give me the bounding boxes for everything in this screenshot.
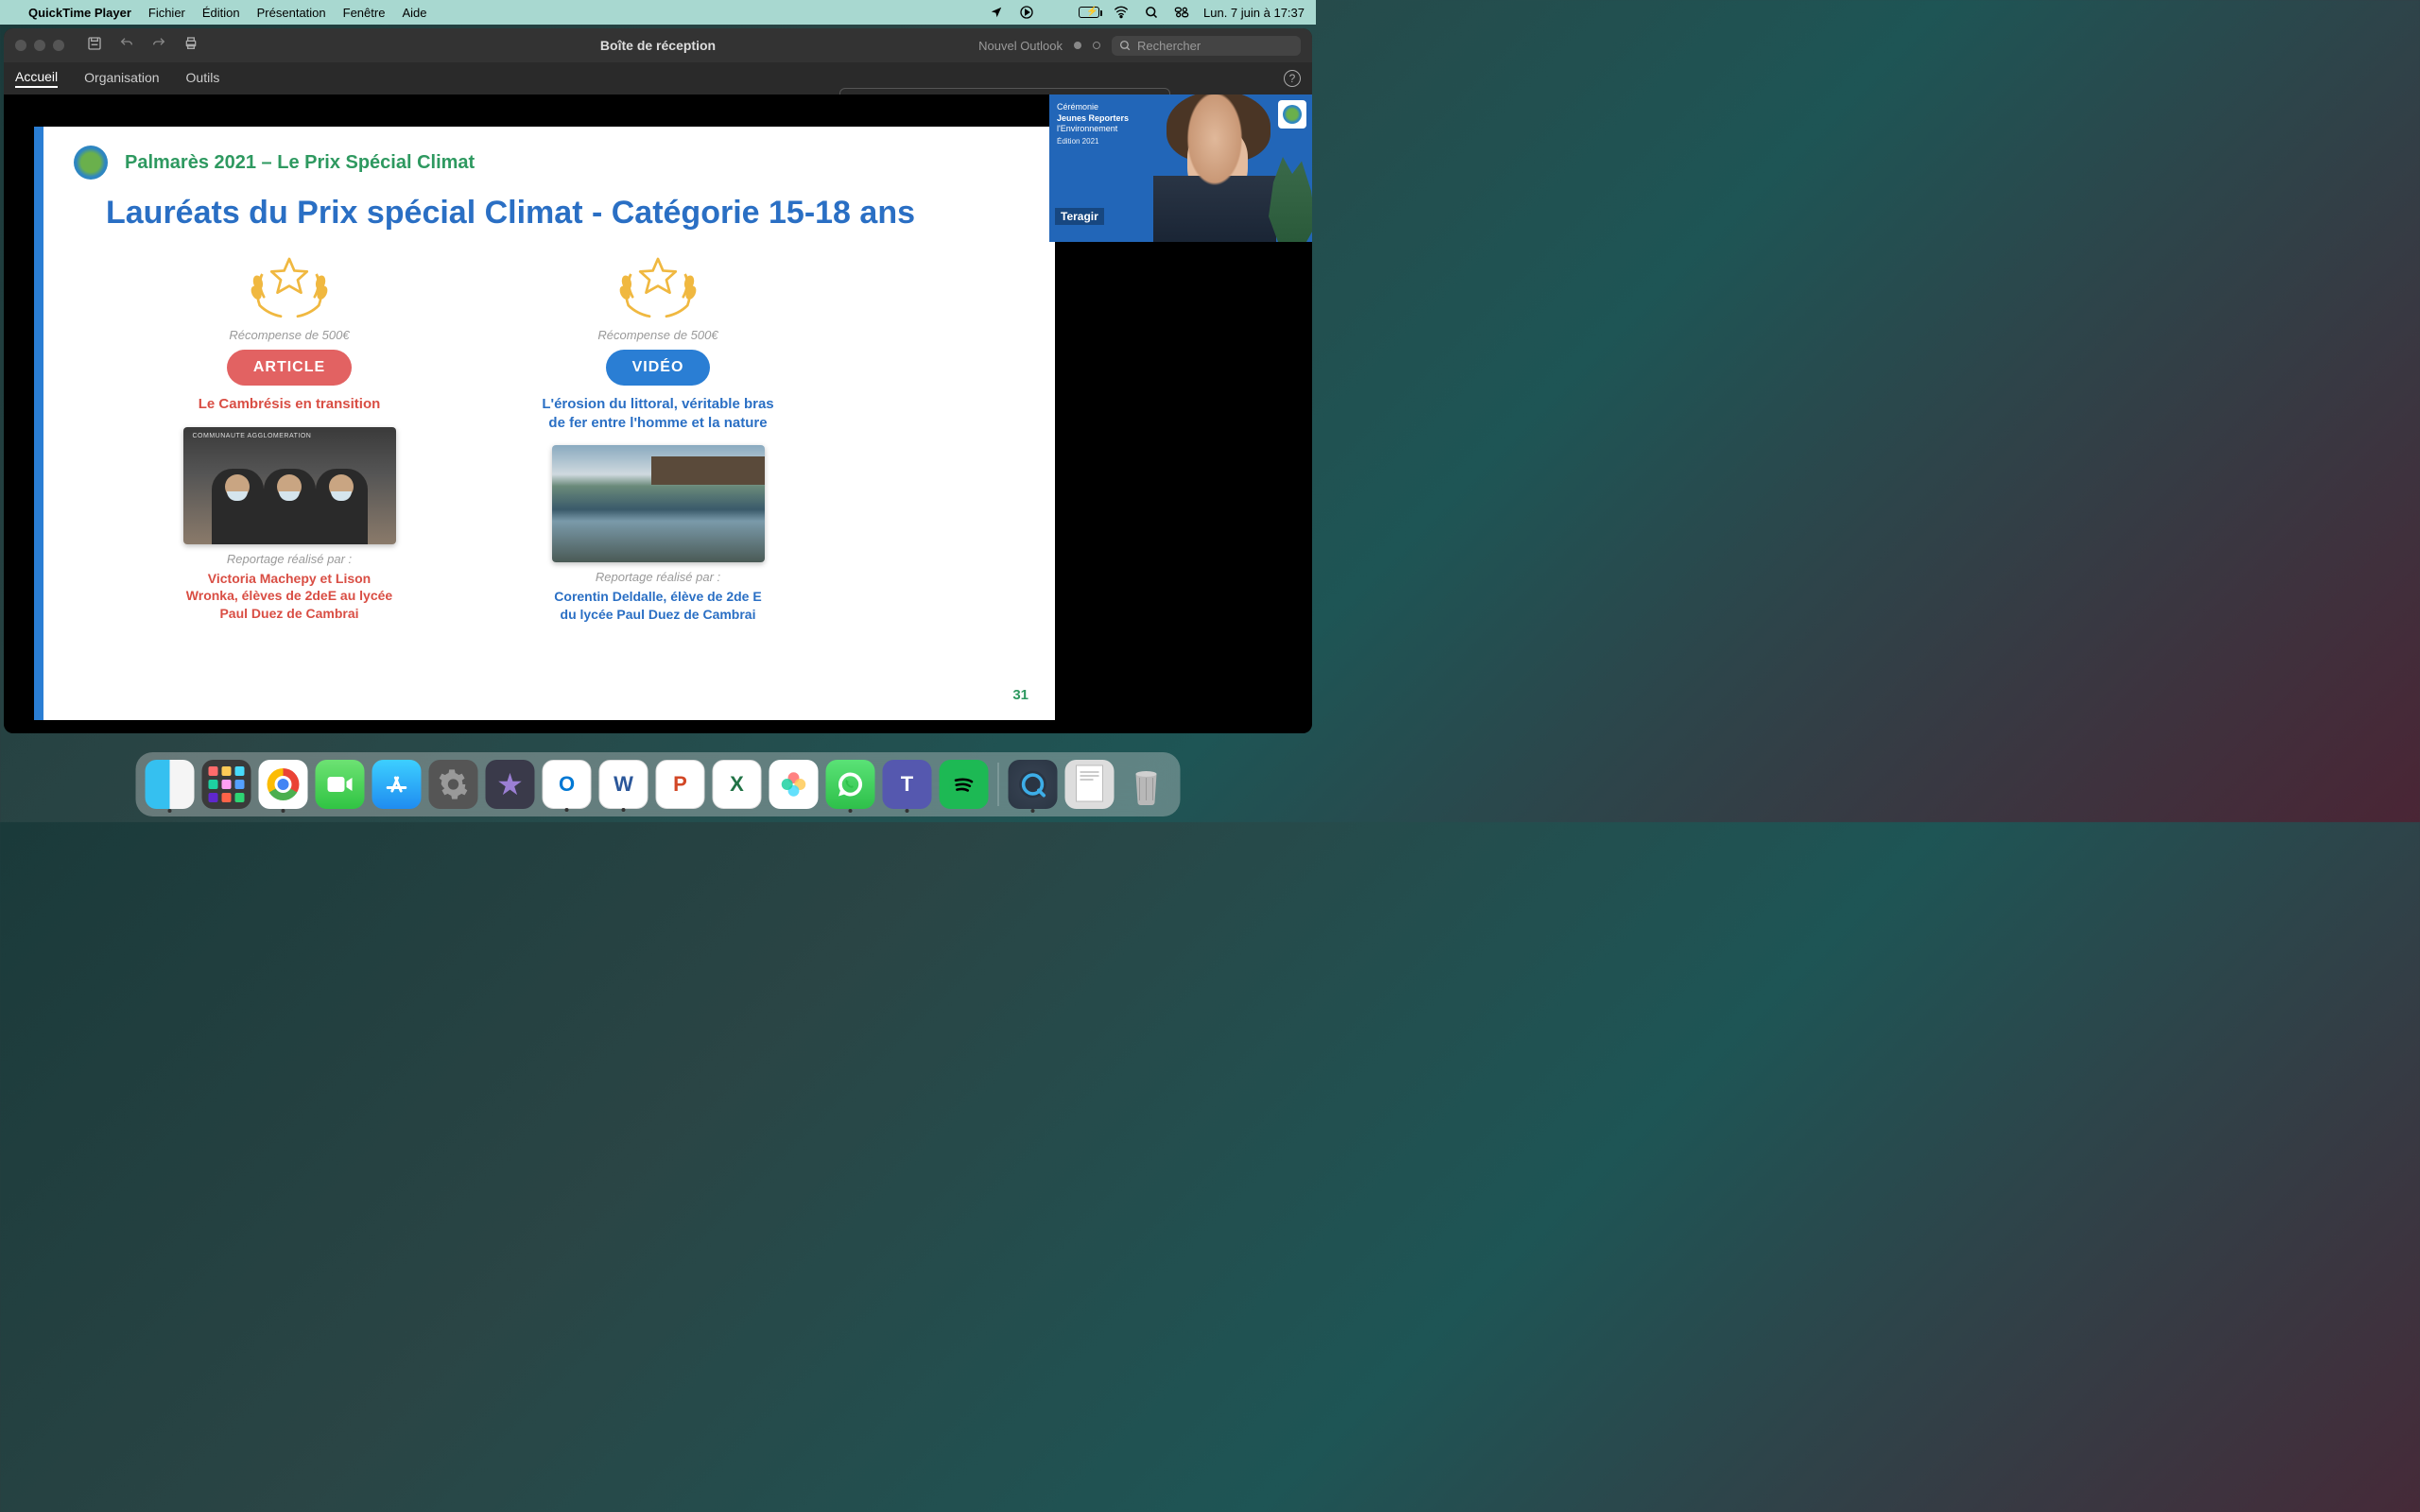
tool-icon[interactable] (1048, 4, 1065, 21)
dock-launchpad[interactable] (202, 760, 251, 809)
slide-subtitle: Palmarès 2021 – Le Prix Spécial Climat (125, 152, 475, 174)
article-pill: ARTICLE (227, 350, 352, 386)
dock-facetime[interactable] (316, 760, 365, 809)
dock-document[interactable] (1065, 760, 1115, 809)
video-title-text: Cérémonie Jeunes Reporters l'Environneme… (1057, 102, 1129, 146)
award-photo (552, 445, 765, 562)
reward-text: Récompense de 500€ (597, 328, 717, 342)
laurel-icon (615, 250, 700, 322)
datetime[interactable]: Lun. 7 juin à 17:37 (1203, 6, 1305, 20)
control-center-icon[interactable] (1173, 4, 1190, 21)
dock-trash[interactable] (1122, 760, 1171, 809)
search-placeholder: Rechercher (1137, 39, 1201, 53)
menu-aide[interactable]: Aide (402, 6, 426, 20)
tab-outils[interactable]: Outils (186, 70, 220, 87)
dock: ★ O W P X T (136, 752, 1181, 816)
battery-icon[interactable]: ⚡ (1079, 7, 1099, 18)
reward-text: Récompense de 500€ (229, 328, 349, 342)
dock-photos[interactable] (769, 760, 819, 809)
video-logo-icon (1278, 100, 1306, 129)
page-number: 31 (1012, 687, 1028, 703)
video-overlay[interactable]: Cérémonie Jeunes Reporters l'Environneme… (1049, 94, 1312, 242)
dock-settings[interactable] (429, 760, 478, 809)
award-photo (183, 427, 396, 544)
maximize-button[interactable] (53, 40, 64, 51)
minimize-button[interactable] (34, 40, 45, 51)
award-video: Récompense de 500€ VIDÉO L'érosion du li… (535, 250, 781, 624)
slide-title: Lauréats du Prix spécial Climat - Catégo… (43, 180, 1055, 247)
window-title: Boîte de réception (600, 38, 716, 53)
report-credit: Corentin Deldalle, élève de 2de E du lyc… (554, 588, 762, 624)
menu-fichier[interactable]: Fichier (148, 6, 185, 20)
menu-presentation[interactable]: Présentation (257, 6, 326, 20)
save-icon[interactable] (87, 36, 102, 56)
video-participant-name: Teragir (1055, 208, 1104, 225)
search-input[interactable]: Rechercher (1112, 36, 1301, 56)
report-credit: Victoria Machepy et Lison Wronka, élèves… (185, 570, 393, 624)
close-button[interactable] (15, 40, 26, 51)
slide: Palmarès 2021 – Le Prix Spécial Climat L… (34, 127, 1055, 720)
dock-excel[interactable]: X (713, 760, 762, 809)
dock-separator (998, 763, 999, 806)
spotlight-icon[interactable] (1143, 4, 1160, 21)
laurel-icon (247, 250, 332, 322)
dock-imovie[interactable]: ★ (486, 760, 535, 809)
dock-finder[interactable] (146, 760, 195, 809)
dock-outlook[interactable]: O (543, 760, 592, 809)
app-window: Boîte de réception Nouvel Outlook Recher… (4, 28, 1312, 733)
status-dot-icon (1074, 42, 1081, 49)
menubar: QuickTime Player Fichier Édition Présent… (0, 0, 1316, 25)
redo-icon[interactable] (151, 36, 166, 56)
presentation-area: Palmarès 2021 – Le Prix Spécial Climat L… (4, 94, 1312, 733)
report-label: Reportage réalisé par : (596, 570, 720, 584)
print-icon[interactable] (183, 36, 199, 56)
outlook-label: Nouvel Outlook (978, 39, 1063, 53)
dock-spotify[interactable] (940, 760, 989, 809)
location-icon[interactable] (988, 4, 1005, 21)
video-pill: VIDÉO (606, 350, 711, 386)
status-dot-outline-icon (1093, 42, 1100, 49)
menu-fenetre[interactable]: Fenêtre (343, 6, 386, 20)
search-icon (1119, 40, 1132, 52)
award-title: L'érosion du littoral, véritable bras de… (535, 395, 781, 432)
dock-powerpoint[interactable]: P (656, 760, 705, 809)
tab-accueil[interactable]: Accueil (15, 69, 58, 88)
report-label: Reportage réalisé par : (227, 552, 352, 566)
screen-record-icon[interactable] (1018, 4, 1035, 21)
dock-teams[interactable]: T (883, 760, 932, 809)
menu-edition[interactable]: Édition (202, 6, 240, 20)
dock-quicktime[interactable] (1009, 760, 1058, 809)
app-name[interactable]: QuickTime Player (28, 6, 131, 20)
dock-appstore[interactable] (372, 760, 422, 809)
slide-logo-icon (74, 146, 108, 180)
award-article: Récompense de 500€ ARTICLE Le Cambrésis … (166, 250, 412, 624)
wifi-icon[interactable] (1113, 4, 1130, 21)
award-title: Le Cambrésis en transition (199, 395, 381, 414)
tab-organisation[interactable]: Organisation (84, 70, 159, 87)
help-icon[interactable]: ? (1284, 70, 1301, 87)
dock-chrome[interactable] (259, 760, 308, 809)
dock-whatsapp[interactable] (826, 760, 875, 809)
titlebar: Boîte de réception Nouvel Outlook Recher… (4, 28, 1312, 62)
undo-icon[interactable] (119, 36, 134, 56)
dock-word[interactable]: W (599, 760, 648, 809)
